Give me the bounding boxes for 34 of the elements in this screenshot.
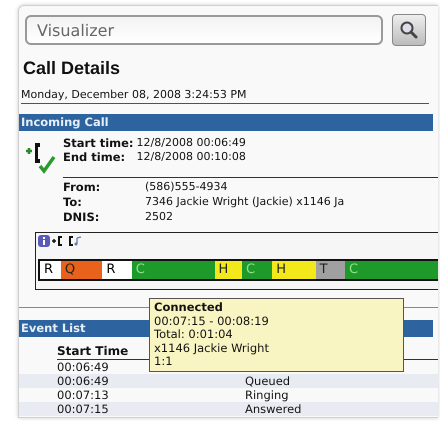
field-value: 12/8/2008 00:06:49: [136, 136, 246, 150]
table-cell: Queued: [245, 374, 290, 388]
timeline-segment[interactable]: T: [316, 261, 345, 279]
search-icon: [399, 20, 419, 40]
tooltip-text: x1146 Jackie Wright: [154, 342, 270, 355]
field-label: To:: [63, 195, 83, 209]
timeline-segment[interactable]: H: [272, 261, 316, 279]
field-label: End time:: [63, 150, 126, 164]
table-cell: Answered: [245, 402, 302, 416]
field-label: Start time:: [63, 136, 134, 150]
tooltip-title: Connected: [154, 301, 224, 314]
search-field[interactable]: Visualizer: [25, 15, 383, 45]
field-value: 2502: [145, 210, 174, 224]
field-label: From:: [63, 180, 102, 194]
table-cell: 00:06:49: [57, 374, 109, 388]
field-label: DNIS:: [63, 210, 100, 224]
tooltip-text: 1:1: [154, 355, 174, 368]
field-value: 7346 Jackie Wright (Jackie) x1146 Ja: [145, 195, 346, 209]
section-header: Incoming Call: [19, 114, 433, 131]
field-value: 12/8/2008 00:10:08: [136, 150, 246, 164]
timeline-segment[interactable]: R: [40, 261, 61, 279]
timestamp: Monday, December 08, 2008 3:24:53 PM: [21, 88, 429, 104]
table-cell: Ringing: [245, 388, 289, 402]
table-cell: 00:07:15: [57, 402, 109, 416]
search-button[interactable]: [392, 14, 426, 46]
table-cell: 00:07:13: [57, 388, 109, 402]
info-icon[interactable]: [38, 235, 50, 247]
timeline-segment[interactable]: R: [102, 261, 132, 279]
timeline-segment[interactable]: Q: [60, 261, 102, 279]
table-cell: 00:06:49: [57, 360, 109, 374]
column-header: Start Time: [57, 344, 128, 358]
field-value: (586)555-4934: [145, 180, 229, 194]
page-title: Call Details: [23, 58, 122, 79]
timeline-segment[interactable]: H: [214, 261, 242, 279]
